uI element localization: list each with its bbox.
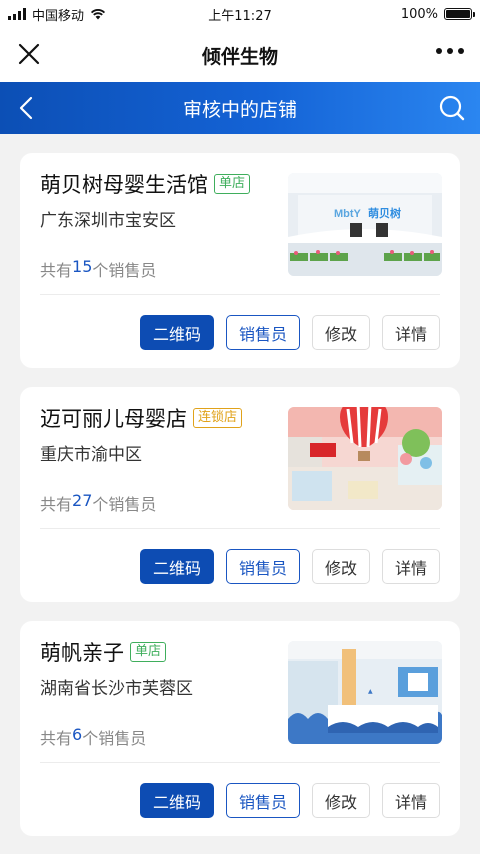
svg-text:MbtY: MbtY [334, 208, 362, 220]
count-suffix: 个销售员 [92, 495, 157, 514]
count-prefix: 共有 [40, 261, 73, 280]
card-actions: 二维码 销售员 修改 详情 [140, 549, 440, 584]
store-type-tag: 单店 [130, 642, 167, 662]
count-suffix: 个销售员 [82, 729, 147, 748]
salesperson-button[interactable]: 销售员 [226, 549, 300, 584]
card-actions: 二维码 销售员 修改 详情 [140, 315, 440, 350]
count-prefix: 共有 [40, 495, 73, 514]
store-photo: MbtY 萌贝树 [288, 173, 442, 276]
store-address: 重庆市渝中区 [40, 445, 142, 465]
details-button[interactable]: 详情 [382, 783, 440, 818]
salesperson-button[interactable]: 销售员 [226, 783, 300, 818]
qr-code-button[interactable]: 二维码 [140, 783, 214, 818]
wifi-icon [90, 8, 106, 20]
qr-code-button[interactable]: 二维码 [140, 549, 214, 584]
store-address: 广东深圳市宝安区 [40, 211, 176, 231]
salesperson-button[interactable]: 销售员 [226, 315, 300, 350]
svg-text:▲: ▲ [368, 688, 373, 695]
section-header: 审核中的店铺 [0, 82, 480, 134]
details-button[interactable]: 详情 [382, 549, 440, 584]
sales-count: 共有 15 个销售员 [40, 257, 156, 281]
svg-text:萌贝树: 萌贝树 [368, 206, 401, 220]
count-suffix: 个销售员 [92, 261, 157, 280]
count-prefix: 共有 [40, 729, 73, 748]
store-list: 萌贝树母婴生活馆 单店 广东深圳市宝安区 共有15个销售员 MbtY 萌贝树 [20, 153, 460, 854]
store-name: 萌贝树母婴生活馆 [40, 173, 208, 197]
store-type-tag: 连锁店 [193, 408, 243, 428]
card-divider [40, 762, 440, 763]
edit-button[interactable]: 修改 [312, 783, 370, 818]
back-arrow-icon[interactable] [14, 95, 40, 121]
sales-count-number: 15 [72, 257, 93, 276]
sales-count-number: 27 [72, 491, 93, 510]
details-button[interactable]: 详情 [382, 315, 440, 350]
store-address: 湖南省长沙市芙蓉区 [40, 679, 193, 699]
page-title: 倾伴生物 [201, 45, 278, 68]
signal-icon [8, 8, 26, 20]
edit-button[interactable]: 修改 [312, 315, 370, 350]
sales-count: 共有 27 个销售员 [40, 491, 156, 515]
mini-program-titlebar: 倾伴生物 [0, 28, 480, 82]
store-card: 迈可丽儿母婴店 连锁店 重庆市渝中区 共有 27 个销售员 二维码 销售员 修改… [20, 387, 460, 602]
store-type-tag: 单店 [214, 174, 251, 194]
search-icon[interactable] [438, 94, 466, 122]
store-card: 萌贝树母婴生活馆 单店 广东深圳市宝安区 共有15个销售员 MbtY 萌贝树 [20, 153, 460, 368]
store-card: 萌帆亲子 单店 湖南省长沙市芙蓉区 共有 6 个销售员 ▲ 二维码 销售员 修改… [20, 621, 460, 836]
sales-count-number: 6 [72, 725, 83, 744]
more-icon[interactable] [436, 48, 464, 54]
store-photo [288, 407, 442, 510]
battery-percent: 100% [400, 6, 438, 22]
card-divider [40, 528, 440, 529]
clock: 上午11:27 [208, 8, 272, 24]
edit-button[interactable]: 修改 [312, 549, 370, 584]
store-photo: ▲ [288, 641, 442, 744]
carrier: 中国移动 [32, 8, 85, 24]
status-bar: 中国移动 上午11:27 100% [0, 0, 480, 28]
sales-count: 共有 6 个销售员 [40, 725, 146, 749]
battery-icon [444, 8, 475, 20]
card-actions: 二维码 销售员 修改 详情 [140, 783, 440, 818]
card-divider [40, 294, 440, 295]
section-title: 审核中的店铺 [182, 98, 297, 121]
store-name: 迈可丽儿母婴店 [40, 407, 187, 431]
close-icon[interactable] [16, 41, 42, 67]
qr-code-button[interactable]: 二维码 [140, 315, 214, 350]
store-name: 萌帆亲子 [40, 641, 124, 665]
